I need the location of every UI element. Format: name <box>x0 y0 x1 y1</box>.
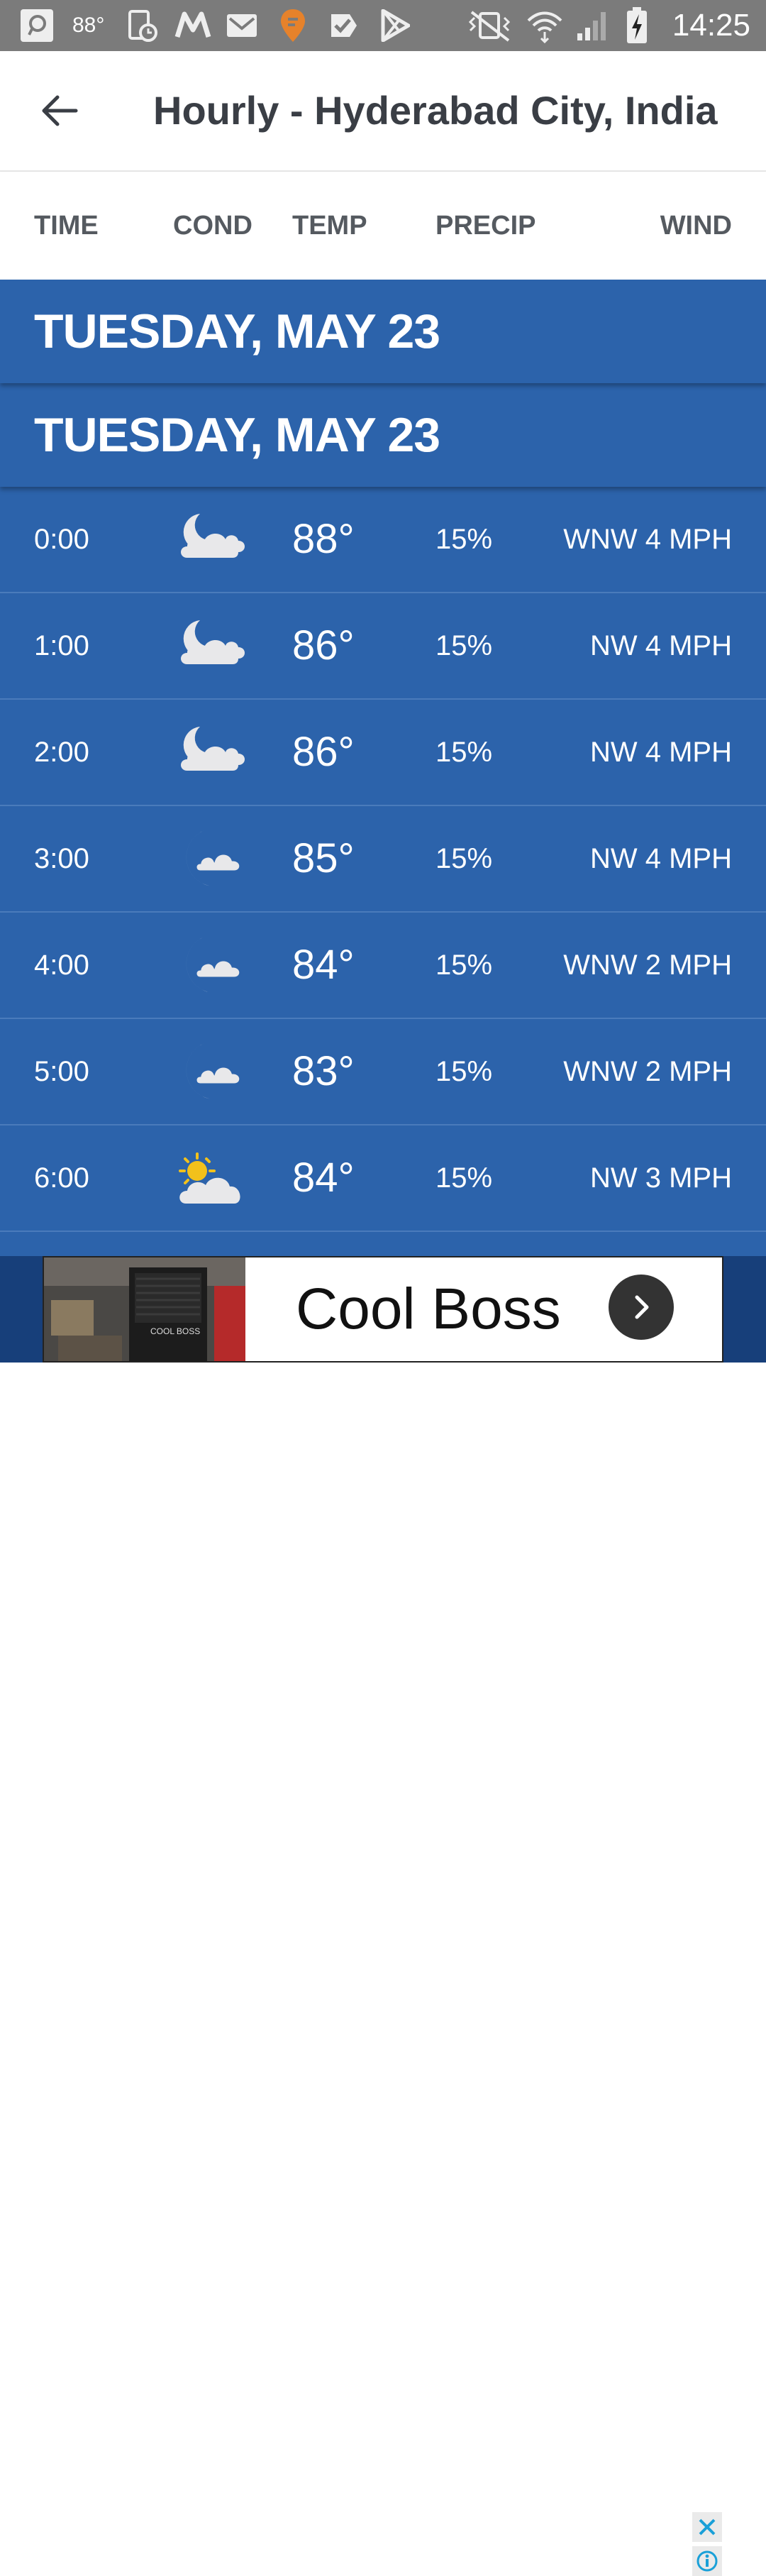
hour-precip: 15% <box>435 737 493 768</box>
hour-precip: 15% <box>435 950 493 981</box>
hourly-row[interactable]: 4:00 84° 15% WNW 2 MPH <box>0 913 766 1019</box>
ad-photo-label: COOL BOSS <box>150 1326 200 1336</box>
partly-cloudy-night-icon <box>176 612 250 680</box>
day-header-label: TUESDAY, MAY 23 <box>34 408 440 462</box>
column-header-time: TIME <box>34 211 99 241</box>
hour-temp: 84° <box>292 942 355 988</box>
hour-time: 3:00 <box>34 843 89 874</box>
hourly-row[interactable]: 3:00 85° 15% NW 4 MPH <box>0 806 766 913</box>
hour-wind: WNW 2 MPH <box>563 1056 732 1087</box>
hour-temp: 86° <box>292 622 355 668</box>
close-icon <box>699 2519 716 2536</box>
ad-open-button[interactable] <box>609 1275 674 1340</box>
hour-time: 2:00 <box>34 737 89 768</box>
hour-precip: 15% <box>435 1162 493 1194</box>
hour-time: 1:00 <box>34 630 89 661</box>
status-clock: 14:25 <box>672 8 750 43</box>
hour-precip: 15% <box>435 843 493 874</box>
hour-precip: 15% <box>435 1056 493 1087</box>
info-icon <box>696 2550 718 2572</box>
ad-product-image[interactable]: COOL BOSS <box>44 1257 245 1361</box>
page-title: Hourly - Hyderabad City, India <box>153 88 718 133</box>
chevron-right-icon <box>635 1295 649 1319</box>
status-bar: 88° 14:25 <box>0 0 766 51</box>
back-button[interactable] <box>31 85 88 136</box>
hourly-row[interactable]: 6:00 84° 15% NW 3 MPH <box>0 1125 766 1232</box>
column-header-row: TIME COND TEMP PRECIP WIND <box>0 172 766 280</box>
hour-temp: 86° <box>292 729 355 775</box>
partly-cloudy-night-icon <box>176 718 250 786</box>
hour-wind: NW 4 MPH <box>590 843 732 874</box>
hourly-row[interactable]: 1:00 86° 15% NW 4 MPH <box>0 593 766 700</box>
battery-charging-icon <box>623 7 651 44</box>
screen-time-icon <box>125 7 160 44</box>
day-header-label: TUESDAY, MAY 23 <box>34 304 440 358</box>
app-bar: Hourly - Hyderabad City, India <box>0 51 766 172</box>
day-header: TUESDAY, MAY 23 <box>0 383 766 487</box>
ad-headline[interactable]: Cool Boss <box>296 1257 561 1361</box>
hour-wind: WNW 4 MPH <box>563 524 732 555</box>
myntra-icon <box>173 7 213 44</box>
hour-wind: NW 4 MPH <box>590 737 732 768</box>
arrow-left-icon <box>42 95 78 126</box>
wifi-icon <box>523 7 566 44</box>
hour-temp: 83° <box>292 1048 355 1094</box>
gmail-icon <box>224 7 260 44</box>
vibrate-icon <box>464 7 515 44</box>
ad-info-button[interactable] <box>692 2546 722 2576</box>
ad-close-button[interactable] <box>692 2512 722 2542</box>
tasks-icon <box>326 7 362 44</box>
ad-banner[interactable]: COOL BOSS Cool Boss <box>0 1256 766 2576</box>
hour-wind: WNW 2 MPH <box>563 950 732 981</box>
mostly-clear-night-icon <box>176 1037 250 1106</box>
hourly-row[interactable]: 5:00 83° 15% WNW 2 MPH <box>0 1019 766 1125</box>
column-header-wind: WIND <box>660 211 732 241</box>
hour-temp: 88° <box>292 516 355 562</box>
ad-frame[interactable]: COOL BOSS Cool Boss <box>43 1256 723 1363</box>
hourly-row[interactable]: 2:00 86° 15% NW 4 MPH <box>0 700 766 806</box>
hour-time: 4:00 <box>34 950 89 981</box>
hourly-row[interactable]: 0:00 88° 15% WNW 4 MPH <box>0 487 766 593</box>
swiggy-icon <box>275 7 311 44</box>
column-header-temp: TEMP <box>292 211 367 241</box>
column-header-precip: PRECIP <box>435 211 536 241</box>
message-icon <box>17 7 57 44</box>
hourly-list[interactable]: TUESDAY, MAY 23 TUESDAY, MAY 23 0:00 88° 1… <box>0 280 766 1256</box>
column-header-cond: COND <box>173 211 252 241</box>
signal-icon <box>573 7 611 44</box>
mostly-clear-night-icon <box>176 931 250 999</box>
hour-wind: NW 4 MPH <box>590 630 732 661</box>
hour-temp: 84° <box>292 1155 355 1201</box>
day-header-sticky: TUESDAY, MAY 23 <box>0 280 766 383</box>
hour-time: 0:00 <box>34 524 89 555</box>
hour-precip: 15% <box>435 630 493 661</box>
hour-time: 5:00 <box>34 1056 89 1087</box>
partly-cloudy-night-icon <box>176 505 250 573</box>
play-store-icon <box>377 7 413 44</box>
hour-precip: 15% <box>435 524 493 555</box>
hour-temp: 85° <box>292 835 355 881</box>
mostly-clear-night-icon <box>176 825 250 893</box>
hour-wind: NW 3 MPH <box>590 1162 732 1194</box>
status-temp: 88° <box>72 13 105 37</box>
hour-time: 6:00 <box>34 1162 89 1194</box>
partly-sunny-icon <box>176 1144 250 1212</box>
